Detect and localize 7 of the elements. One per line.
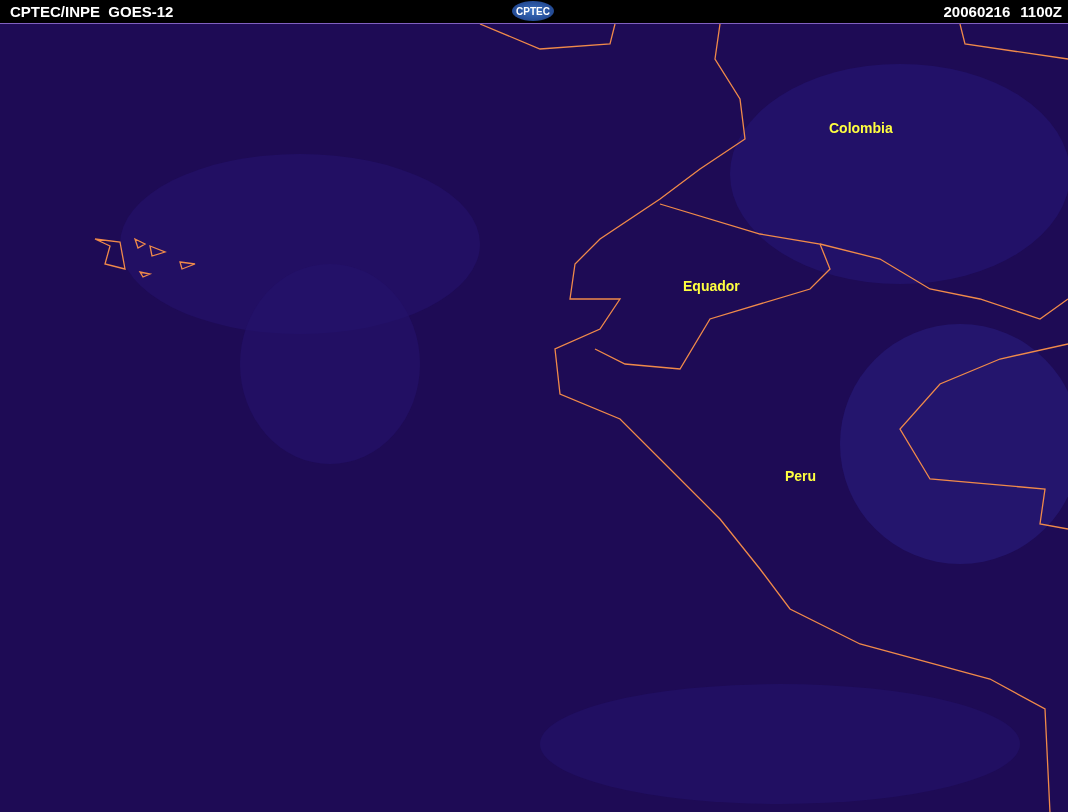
country-label: Peru — [785, 468, 817, 484]
country-label: Colombia — [829, 120, 893, 136]
time-text: 1100Z — [1020, 3, 1062, 20]
country-label: Equador — [683, 278, 740, 294]
image-title: CPTEC/INPE GOES-12 — [10, 3, 174, 20]
logo: CPTEC — [512, 1, 554, 21]
date-text: 20060216 — [943, 3, 1011, 20]
